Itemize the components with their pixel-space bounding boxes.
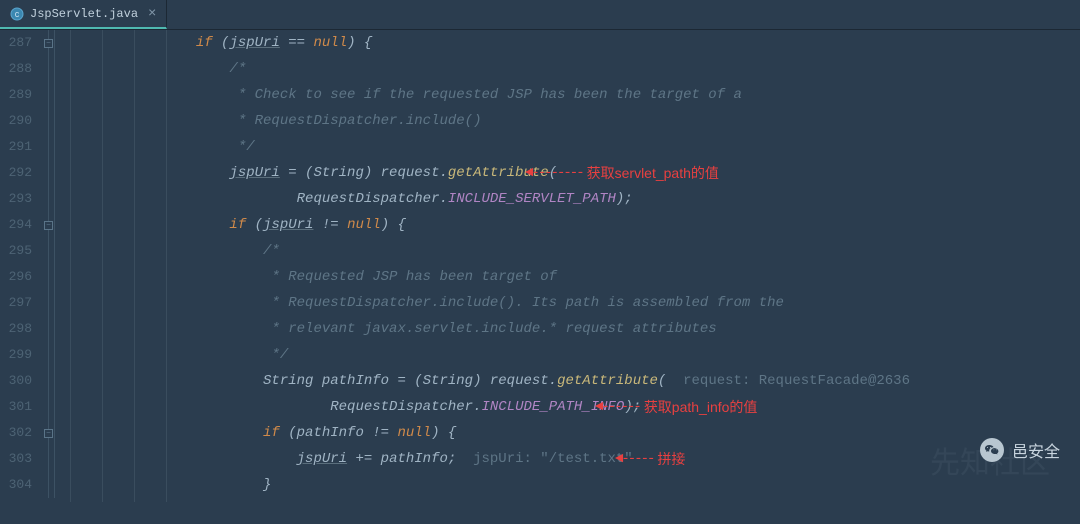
watermark: 邑安全	[980, 438, 1060, 462]
line-number: 294	[0, 212, 32, 238]
code-line: RequestDispatcher.INCLUDE_PATH_INFO); ◄-…	[95, 394, 1080, 420]
fold-marker[interactable]: −	[40, 30, 60, 56]
fold-marker[interactable]	[40, 160, 60, 186]
code-line: * RequestDispatcher.include()	[95, 108, 1080, 134]
fold-gutter: − − −	[40, 30, 60, 502]
line-number: 288	[0, 56, 32, 82]
tab-label: JspServlet.java	[30, 7, 138, 21]
code-line: * relevant javax.servlet.include.* reque…	[95, 316, 1080, 342]
fold-marker[interactable]: −	[40, 420, 60, 446]
code-line: RequestDispatcher.INCLUDE_SERVLET_PATH);	[95, 186, 1080, 212]
fold-marker[interactable]	[40, 368, 60, 394]
tab-jspservlet[interactable]: c JspServlet.java ×	[0, 0, 167, 29]
line-number: 298	[0, 316, 32, 342]
code-line: * Check to see if the requested JSP has …	[95, 82, 1080, 108]
code-area[interactable]: if (jspUri == null) { /* * Check to see …	[60, 30, 1080, 502]
fold-marker[interactable]	[40, 134, 60, 160]
fold-marker[interactable]	[40, 264, 60, 290]
code-line: /*	[95, 56, 1080, 82]
line-number: 296	[0, 264, 32, 290]
code-line: */	[95, 342, 1080, 368]
code-line: */	[95, 134, 1080, 160]
line-number: 287	[0, 30, 32, 56]
svg-text:c: c	[15, 9, 20, 19]
fold-marker[interactable]	[40, 238, 60, 264]
fold-marker[interactable]	[40, 108, 60, 134]
line-number: 303	[0, 446, 32, 472]
tab-bar: c JspServlet.java ×	[0, 0, 1080, 30]
code-line: * RequestDispatcher.include(). Its path …	[95, 290, 1080, 316]
code-line: String pathInfo = (String) request.getAt…	[95, 368, 1080, 394]
code-line: /*	[95, 238, 1080, 264]
fold-marker[interactable]	[40, 316, 60, 342]
code-line: jspUri = (String) request.getAttribute( …	[95, 160, 1080, 186]
code-line: if (jspUri != null) {	[95, 212, 1080, 238]
line-number: 289	[0, 82, 32, 108]
annotation-1: ◄--------获取servlet_path的值	[525, 160, 719, 186]
line-number: 291	[0, 134, 32, 160]
line-number: 302	[0, 420, 32, 446]
code-line: if (jspUri == null) {	[95, 30, 1080, 56]
fold-marker[interactable]	[40, 186, 60, 212]
line-number: 304	[0, 472, 32, 498]
fold-marker[interactable]	[40, 82, 60, 108]
annotation-3: ◄-----拼接	[615, 446, 685, 472]
code-line: * Requested JSP has been target of	[95, 264, 1080, 290]
fold-marker[interactable]: −	[40, 212, 60, 238]
line-number: 292	[0, 160, 32, 186]
line-number: 293	[0, 186, 32, 212]
line-number: 297	[0, 290, 32, 316]
fold-marker[interactable]	[40, 446, 60, 472]
line-number-gutter: 2872882892902912922932942952962972982993…	[0, 30, 40, 502]
annotation-2: ◄------获取path_info的值	[595, 394, 757, 420]
fold-marker[interactable]	[40, 342, 60, 368]
java-class-icon: c	[10, 7, 24, 21]
editor: 2872882892902912922932942952962972982993…	[0, 30, 1080, 502]
line-number: 299	[0, 342, 32, 368]
fold-marker[interactable]	[40, 394, 60, 420]
wechat-icon	[980, 438, 1004, 462]
close-icon[interactable]: ×	[148, 6, 156, 22]
fold-marker[interactable]	[40, 56, 60, 82]
fold-marker[interactable]	[40, 290, 60, 316]
fold-marker[interactable]	[40, 472, 60, 498]
line-number: 290	[0, 108, 32, 134]
line-number: 295	[0, 238, 32, 264]
line-number: 301	[0, 394, 32, 420]
line-number: 300	[0, 368, 32, 394]
